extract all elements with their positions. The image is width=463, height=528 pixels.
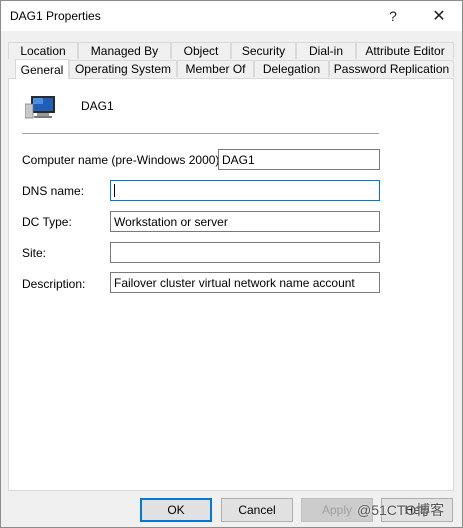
tab-member-of[interactable]: Member Of (177, 60, 254, 77)
dc-type-field[interactable]: Workstation or server (110, 211, 380, 232)
tab-dial-in[interactable]: Dial-in (296, 42, 356, 59)
site-field[interactable] (110, 242, 380, 263)
help-button[interactable]: ? (371, 1, 415, 31)
tab-location[interactable]: Location (8, 42, 78, 59)
cancel-button[interactable]: Cancel (221, 498, 293, 522)
tab-security[interactable]: Security (231, 42, 296, 59)
close-button[interactable]: ✕ (417, 1, 461, 31)
watermark-text: @51CTO博客 (357, 502, 445, 518)
tab-delegation[interactable]: Delegation (254, 60, 329, 77)
window-title: DAG1 Properties (10, 9, 101, 23)
description-field[interactable]: Failover cluster virtual network name ac… (110, 272, 380, 293)
dns-name-label: DNS name: (22, 184, 85, 198)
tab-operating-system[interactable]: Operating System (69, 60, 177, 77)
dns-name-field[interactable] (110, 180, 380, 201)
description-label: Description: (22, 277, 86, 291)
tab-password-replication[interactable]: Password Replication (329, 60, 454, 77)
ok-button[interactable]: OK (140, 498, 212, 522)
computer-name-field[interactable]: DAG1 (218, 149, 380, 170)
separator (22, 133, 379, 134)
tab-general[interactable]: General (15, 59, 69, 79)
text-caret (114, 184, 115, 197)
computer-icon (25, 96, 55, 119)
tab-managed-by[interactable]: Managed By (78, 42, 171, 59)
properties-dialog: DAG1 Properties ? ✕ Location Managed By … (0, 0, 463, 528)
tab-attribute-editor[interactable]: Attribute Editor (356, 42, 454, 59)
computer-name-label: Computer name (pre-Windows 2000): (22, 153, 223, 167)
dc-type-label: DC Type: (22, 215, 72, 229)
object-name: DAG1 (81, 99, 114, 113)
site-label: Site: (22, 246, 47, 260)
tab-object[interactable]: Object (171, 42, 231, 59)
title-bar: DAG1 Properties ? ✕ (1, 1, 462, 31)
